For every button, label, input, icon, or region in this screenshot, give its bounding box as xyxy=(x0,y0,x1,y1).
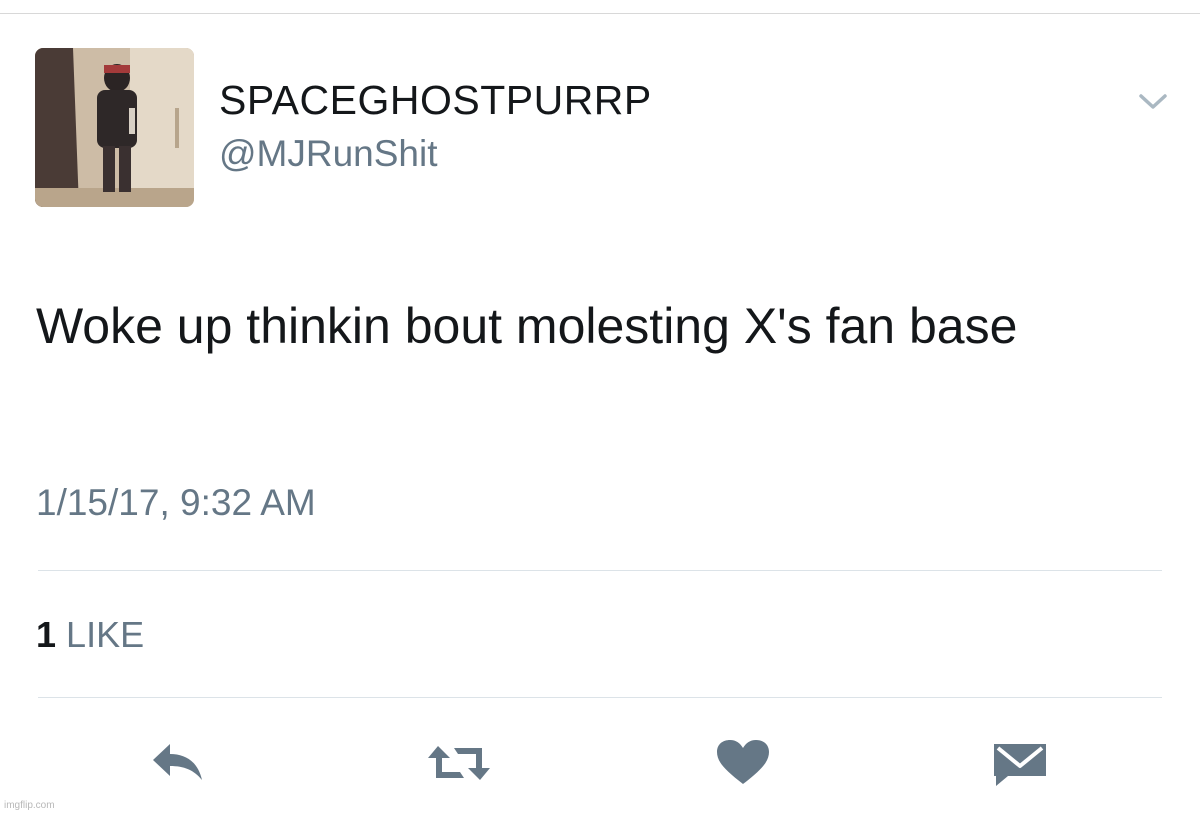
like-button[interactable] xyxy=(713,738,773,788)
chevron-down-icon[interactable] xyxy=(1138,92,1168,112)
direct-message-button[interactable] xyxy=(990,738,1050,788)
heart-icon xyxy=(717,740,769,784)
reply-icon xyxy=(153,744,202,780)
envelope-icon xyxy=(994,744,1046,786)
reply-button[interactable] xyxy=(148,738,208,788)
divider xyxy=(38,570,1162,571)
retweet-icon xyxy=(428,746,490,780)
likes-label: LIKE xyxy=(66,614,145,655)
avatar[interactable] xyxy=(35,48,194,207)
likes-count: 1 xyxy=(36,614,57,655)
retweet-button[interactable] xyxy=(424,738,490,788)
tweet-text: Woke up thinkin bout molesting X's fan b… xyxy=(36,298,1018,354)
user-handle[interactable]: @MJRunShit xyxy=(219,133,438,175)
likes-summary[interactable]: 1 LIKE xyxy=(36,614,144,656)
tweet-timestamp[interactable]: 1/15/17, 9:32 AM xyxy=(36,482,316,524)
display-name[interactable]: SPACEGHOSTPURRP xyxy=(219,77,652,124)
top-divider xyxy=(0,13,1200,14)
avatar-image xyxy=(35,48,194,207)
divider xyxy=(38,697,1162,698)
watermark: imgflip.com xyxy=(4,800,55,811)
